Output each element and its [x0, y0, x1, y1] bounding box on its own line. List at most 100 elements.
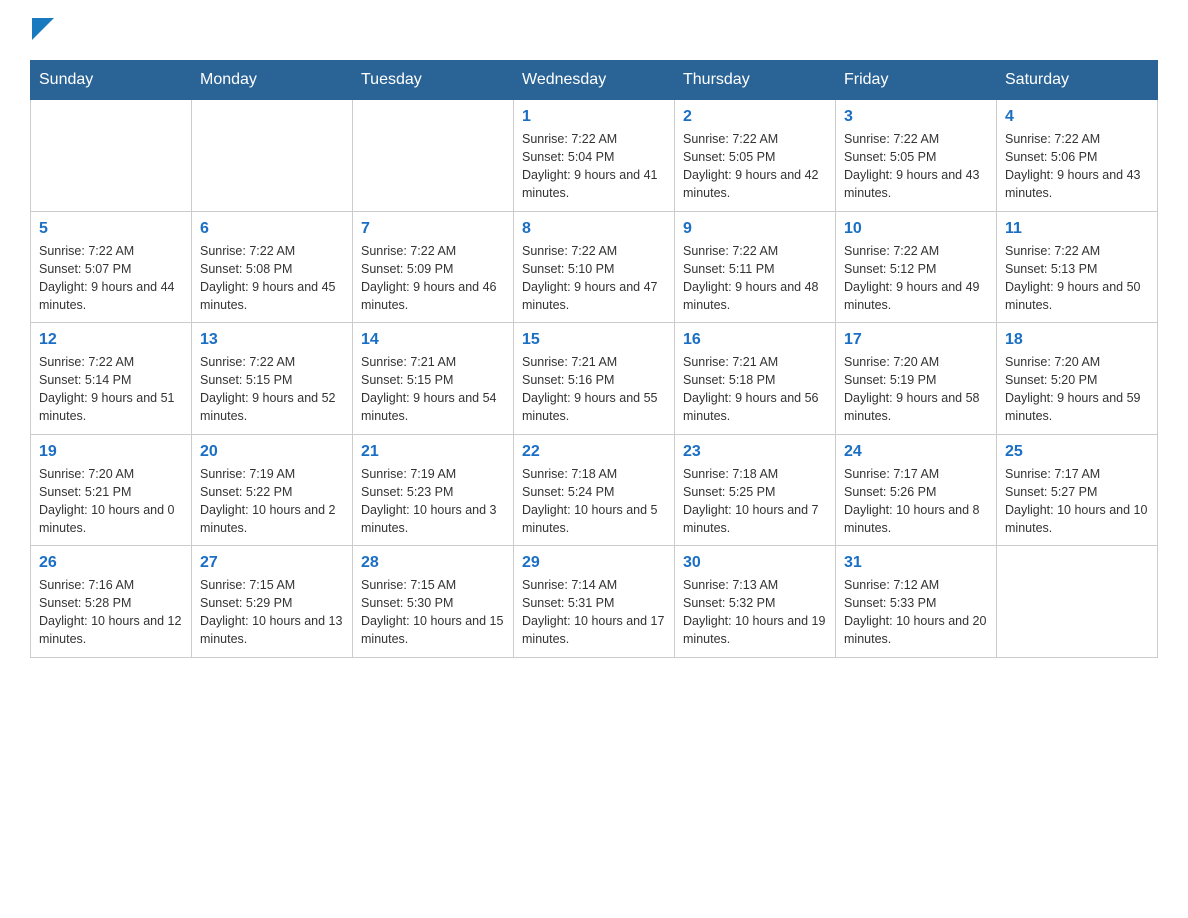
day-number: 3: [844, 108, 988, 126]
day-number: 27: [200, 554, 344, 572]
day-info: Sunrise: 7:17 AMSunset: 5:27 PMDaylight:…: [1005, 465, 1149, 538]
day-info: Sunrise: 7:12 AMSunset: 5:33 PMDaylight:…: [844, 576, 988, 649]
calendar-cell: 24 Sunrise: 7:17 AMSunset: 5:26 PMDayligh…: [836, 434, 997, 546]
col-sunday: Sunday: [31, 61, 192, 100]
day-number: 18: [1005, 331, 1149, 349]
calendar-cell: 7 Sunrise: 7:22 AMSunset: 5:09 PMDaylight…: [353, 211, 514, 323]
calendar-cell: 19Sunrise: 7:20 AMSunset: 5:21 PMDayligh…: [31, 434, 192, 546]
day-number: 13: [200, 331, 344, 349]
day-number: 15: [522, 331, 666, 349]
calendar-cell: 22 Sunrise: 7:18 AMSunset: 5:24 PMDayligh…: [514, 434, 675, 546]
week-row-3: 12 Sunrise: 7:22 AMSunset: 5:14 PMDayligh…: [31, 323, 1158, 435]
day-info: Sunrise: 7:19 AMSunset: 5:23 PMDaylight:…: [361, 465, 505, 538]
calendar-cell: 2 Sunrise: 7:22 AMSunset: 5:05 PMDaylight…: [675, 100, 836, 212]
day-info: Sunrise: 7:21 AMSunset: 5:15 PMDaylight:…: [361, 353, 505, 426]
day-info: Sunrise: 7:22 AMSunset: 5:15 PMDaylight:…: [200, 353, 344, 426]
day-info: Sunrise: 7:22 AMSunset: 5:05 PMDaylight:…: [683, 130, 827, 203]
day-info: Sunrise: 7:21 AMSunset: 5:16 PMDaylight:…: [522, 353, 666, 426]
day-info: Sunrise: 7:16 AMSunset: 5:28 PMDaylight:…: [39, 576, 183, 649]
day-info: Sunrise: 7:22 AMSunset: 5:08 PMDaylight:…: [200, 242, 344, 315]
calendar-cell: 3 Sunrise: 7:22 AMSunset: 5:05 PMDaylight…: [836, 100, 997, 212]
calendar-cell: 21 Sunrise: 7:19 AMSunset: 5:23 PMDayligh…: [353, 434, 514, 546]
day-number: 1: [522, 108, 666, 126]
calendar-cell: [31, 100, 192, 212]
day-info: Sunrise: 7:20 AMSunset: 5:19 PMDaylight:…: [844, 353, 988, 426]
day-number: 24: [844, 443, 988, 461]
col-thursday: Thursday: [675, 61, 836, 100]
day-info: Sunrise: 7:22 AMSunset: 5:12 PMDaylight:…: [844, 242, 988, 315]
day-info: Sunrise: 7:21 AMSunset: 5:18 PMDaylight:…: [683, 353, 827, 426]
day-info: Sunrise: 7:19 AMSunset: 5:22 PMDaylight:…: [200, 465, 344, 538]
calendar-cell: 20 Sunrise: 7:19 AMSunset: 5:22 PMDayligh…: [192, 434, 353, 546]
day-info: Sunrise: 7:17 AMSunset: 5:26 PMDaylight:…: [844, 465, 988, 538]
calendar-cell: 10 Sunrise: 7:22 AMSunset: 5:12 PMDayligh…: [836, 211, 997, 323]
calendar-cell: [353, 100, 514, 212]
day-number: 5: [39, 220, 183, 238]
calendar-cell: 6Sunrise: 7:22 AMSunset: 5:08 PMDaylight…: [192, 211, 353, 323]
day-number: 8: [522, 220, 666, 238]
day-number: 9: [683, 220, 827, 238]
calendar-cell: 4Sunrise: 7:22 AMSunset: 5:06 PMDaylight…: [997, 100, 1158, 212]
day-number: 19: [39, 443, 183, 461]
day-info: Sunrise: 7:20 AMSunset: 5:20 PMDaylight:…: [1005, 353, 1149, 426]
calendar-cell: 26 Sunrise: 7:16 AMSunset: 5:28 PMDayligh…: [31, 546, 192, 658]
day-info: Sunrise: 7:22 AMSunset: 5:06 PMDaylight:…: [1005, 130, 1149, 203]
calendar-cell: 1 Sunrise: 7:22 AMSunset: 5:04 PMDaylight…: [514, 100, 675, 212]
day-info: Sunrise: 7:22 AMSunset: 5:10 PMDaylight:…: [522, 242, 666, 315]
week-row-2: 5Sunrise: 7:22 AMSunset: 5:07 PMDaylight…: [31, 211, 1158, 323]
calendar-cell: 27 Sunrise: 7:15 AMSunset: 5:29 PMDayligh…: [192, 546, 353, 658]
calendar-body: 1 Sunrise: 7:22 AMSunset: 5:04 PMDaylight…: [31, 100, 1158, 658]
day-number: 22: [522, 443, 666, 461]
col-saturday: Saturday: [997, 61, 1158, 100]
day-info: Sunrise: 7:22 AMSunset: 5:14 PMDaylight:…: [39, 353, 183, 426]
calendar-cell: 8 Sunrise: 7:22 AMSunset: 5:10 PMDaylight…: [514, 211, 675, 323]
day-number: 16: [683, 331, 827, 349]
calendar-cell: 12 Sunrise: 7:22 AMSunset: 5:14 PMDayligh…: [31, 323, 192, 435]
day-number: 11: [1005, 220, 1149, 238]
calendar-cell: 31Sunrise: 7:12 AMSunset: 5:33 PMDayligh…: [836, 546, 997, 658]
header-area: [30, 20, 1158, 40]
logo: [30, 20, 54, 40]
day-number: 7: [361, 220, 505, 238]
calendar-cell: 13 Sunrise: 7:22 AMSunset: 5:15 PMDayligh…: [192, 323, 353, 435]
day-info: Sunrise: 7:15 AMSunset: 5:29 PMDaylight:…: [200, 576, 344, 649]
calendar-cell: 28 Sunrise: 7:15 AMSunset: 5:30 PMDayligh…: [353, 546, 514, 658]
day-info: Sunrise: 7:18 AMSunset: 5:24 PMDaylight:…: [522, 465, 666, 538]
calendar-cell: 14 Sunrise: 7:21 AMSunset: 5:15 PMDayligh…: [353, 323, 514, 435]
week-row-1: 1 Sunrise: 7:22 AMSunset: 5:04 PMDaylight…: [31, 100, 1158, 212]
day-number: 28: [361, 554, 505, 572]
calendar-cell: 18 Sunrise: 7:20 AMSunset: 5:20 PMDayligh…: [997, 323, 1158, 435]
col-monday: Monday: [192, 61, 353, 100]
day-number: 12: [39, 331, 183, 349]
calendar-cell: 9 Sunrise: 7:22 AMSunset: 5:11 PMDaylight…: [675, 211, 836, 323]
calendar-cell: 17Sunrise: 7:20 AMSunset: 5:19 PMDayligh…: [836, 323, 997, 435]
day-number: 10: [844, 220, 988, 238]
day-info: Sunrise: 7:13 AMSunset: 5:32 PMDaylight:…: [683, 576, 827, 649]
header-row: Sunday Monday Tuesday Wednesday Thursday…: [31, 61, 1158, 100]
week-row-4: 19Sunrise: 7:20 AMSunset: 5:21 PMDayligh…: [31, 434, 1158, 546]
day-info: Sunrise: 7:22 AMSunset: 5:04 PMDaylight:…: [522, 130, 666, 203]
logo-triangle-icon: [32, 18, 54, 40]
day-number: 20: [200, 443, 344, 461]
calendar-cell: 5Sunrise: 7:22 AMSunset: 5:07 PMDaylight…: [31, 211, 192, 323]
calendar-cell: 25Sunrise: 7:17 AMSunset: 5:27 PMDayligh…: [997, 434, 1158, 546]
day-info: Sunrise: 7:22 AMSunset: 5:11 PMDaylight:…: [683, 242, 827, 315]
col-friday: Friday: [836, 61, 997, 100]
calendar-cell: 15 Sunrise: 7:21 AMSunset: 5:16 PMDayligh…: [514, 323, 675, 435]
calendar-cell: [997, 546, 1158, 658]
calendar-table: Sunday Monday Tuesday Wednesday Thursday…: [30, 60, 1158, 658]
calendar-cell: 23Sunrise: 7:18 AMSunset: 5:25 PMDayligh…: [675, 434, 836, 546]
calendar-cell: 16 Sunrise: 7:21 AMSunset: 5:18 PMDayligh…: [675, 323, 836, 435]
day-number: 26: [39, 554, 183, 572]
calendar-cell: 11 Sunrise: 7:22 AMSunset: 5:13 PMDayligh…: [997, 211, 1158, 323]
day-info: Sunrise: 7:15 AMSunset: 5:30 PMDaylight:…: [361, 576, 505, 649]
calendar-cell: 29Sunrise: 7:14 AMSunset: 5:31 PMDayligh…: [514, 546, 675, 658]
day-number: 21: [361, 443, 505, 461]
day-info: Sunrise: 7:22 AMSunset: 5:09 PMDaylight:…: [361, 242, 505, 315]
day-info: Sunrise: 7:14 AMSunset: 5:31 PMDaylight:…: [522, 576, 666, 649]
day-number: 23: [683, 443, 827, 461]
day-number: 2: [683, 108, 827, 126]
day-info: Sunrise: 7:22 AMSunset: 5:05 PMDaylight:…: [844, 130, 988, 203]
day-info: Sunrise: 7:22 AMSunset: 5:13 PMDaylight:…: [1005, 242, 1149, 315]
day-number: 14: [361, 331, 505, 349]
